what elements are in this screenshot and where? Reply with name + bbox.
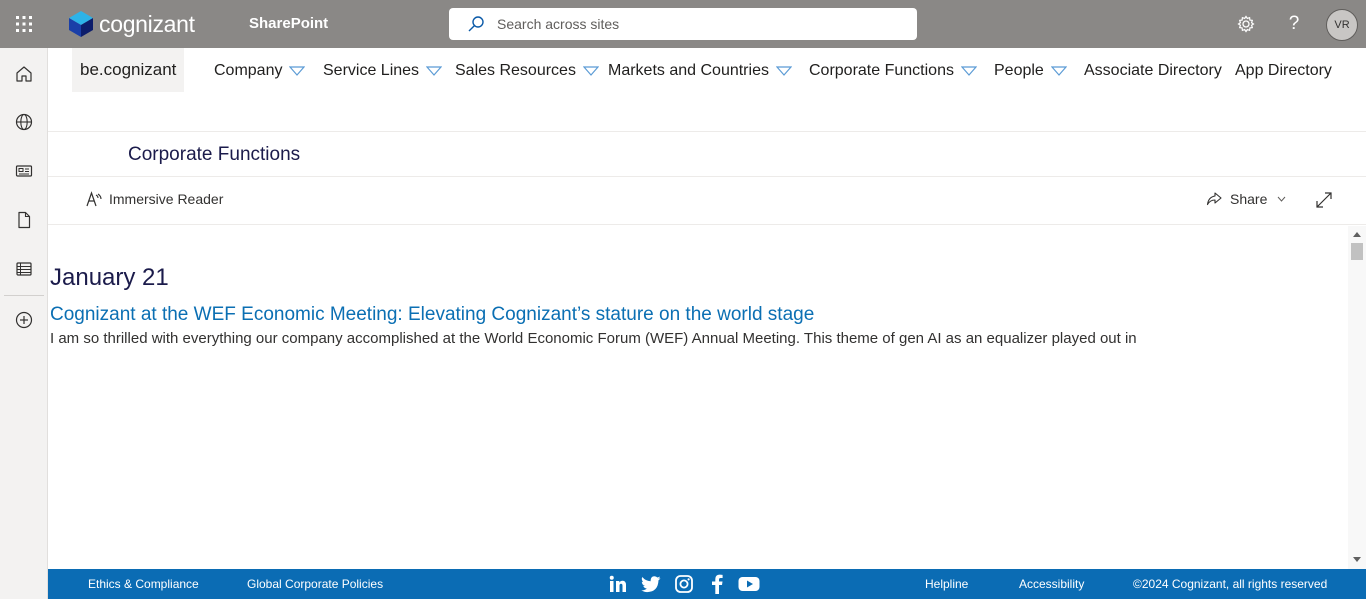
home-icon bbox=[16, 66, 32, 82]
youtube-link[interactable] bbox=[738, 573, 760, 595]
nav-item-sales-resources[interactable]: Sales Resources bbox=[455, 58, 599, 84]
command-bar: Immersive Reader Share bbox=[48, 177, 1366, 225]
news-button[interactable] bbox=[0, 147, 48, 195]
file-icon bbox=[18, 211, 31, 229]
sites-button[interactable] bbox=[0, 98, 48, 146]
instagram-icon bbox=[675, 575, 693, 593]
nav-item-associate-directory[interactable]: Associate Directory bbox=[1084, 58, 1222, 84]
app-name[interactable]: SharePoint bbox=[249, 15, 328, 32]
add-icon bbox=[15, 311, 33, 329]
nav-item-label: Associate Directory bbox=[1084, 62, 1222, 79]
create-button[interactable] bbox=[0, 296, 48, 344]
lists-button[interactable] bbox=[0, 245, 48, 293]
nav-item-label: People bbox=[994, 62, 1044, 79]
chevron-down-icon bbox=[289, 66, 306, 76]
nav-item-label: Service Lines bbox=[323, 62, 420, 79]
share-label: Share bbox=[1230, 191, 1268, 207]
nav-item-service-lines[interactable]: Service Lines bbox=[323, 58, 443, 84]
footer-link-accessibility[interactable]: Accessibility bbox=[1019, 577, 1084, 591]
waffle-icon bbox=[16, 16, 32, 32]
help-icon: ? bbox=[1288, 13, 1300, 34]
list-icon bbox=[16, 262, 32, 276]
linkedin-link[interactable] bbox=[607, 573, 629, 595]
twitter-link[interactable] bbox=[640, 573, 662, 595]
immersive-reader-button[interactable]: Immersive Reader bbox=[86, 191, 223, 207]
suite-bar: cognizant SharePoint ? VR bbox=[0, 0, 1366, 48]
help-button[interactable]: ? bbox=[1270, 0, 1318, 48]
nav-item-markets-and-countries[interactable]: Markets and Countries bbox=[608, 58, 792, 84]
news-icon bbox=[15, 165, 33, 177]
cognizant-logo-mark bbox=[69, 11, 93, 37]
chevron-down-icon bbox=[582, 66, 599, 76]
search-input[interactable] bbox=[497, 16, 897, 32]
files-button[interactable] bbox=[0, 196, 48, 244]
linkedin-icon bbox=[609, 575, 626, 592]
immersive-reader-icon bbox=[86, 191, 102, 207]
vertical-scrollbar[interactable] bbox=[1348, 226, 1366, 569]
chevron-down-icon bbox=[1050, 66, 1067, 76]
nav-item-company[interactable]: Company bbox=[214, 58, 306, 84]
settings-button[interactable] bbox=[1222, 0, 1270, 48]
chevron-down-icon bbox=[775, 66, 792, 76]
nav-item-app-directory[interactable]: App Directory bbox=[1235, 58, 1332, 84]
share-button[interactable]: Share bbox=[1206, 191, 1286, 207]
logo-wordmark: cognizant bbox=[99, 10, 195, 37]
scroll-thumb[interactable] bbox=[1351, 243, 1363, 260]
footer-link-helpline[interactable]: Helpline bbox=[925, 577, 968, 591]
youtube-icon bbox=[738, 577, 760, 591]
news-date: January 21 bbox=[50, 264, 169, 291]
hub-site-title[interactable]: be.cognizant bbox=[72, 48, 185, 92]
app-bar bbox=[0, 48, 48, 599]
gear-icon bbox=[1237, 15, 1255, 33]
share-icon bbox=[1206, 192, 1222, 206]
nav-item-label: Corporate Functions bbox=[809, 62, 954, 79]
page-title: Corporate Functions bbox=[128, 144, 301, 165]
avatar[interactable]: VR bbox=[1326, 9, 1358, 41]
home-button[interactable] bbox=[0, 50, 48, 98]
chevron-down-icon bbox=[1277, 196, 1286, 202]
nav-item-label: Sales Resources bbox=[455, 62, 576, 79]
footer-link-ethics[interactable]: Ethics & Compliance bbox=[88, 577, 199, 591]
nav-item-label: App Directory bbox=[1235, 62, 1332, 79]
search-box[interactable] bbox=[449, 8, 917, 40]
chevron-down-icon bbox=[426, 66, 443, 76]
nav-item-people[interactable]: People bbox=[994, 58, 1067, 84]
facebook-icon bbox=[712, 574, 723, 594]
news-body-text: I am so thrilled with everything our com… bbox=[50, 330, 1137, 347]
nav-item-label: Company bbox=[214, 62, 283, 79]
scroll-down-arrow[interactable] bbox=[1353, 557, 1361, 562]
facebook-link[interactable] bbox=[706, 573, 728, 595]
hub-navigation: be.cognizant Company Service Lines Sales… bbox=[48, 48, 1366, 132]
scroll-up-arrow[interactable] bbox=[1353, 232, 1361, 237]
immersive-reader-label: Immersive Reader bbox=[109, 191, 224, 207]
nav-item-corporate-functions[interactable]: Corporate Functions bbox=[809, 58, 977, 84]
twitter-icon bbox=[641, 575, 661, 592]
site-footer: Ethics & Compliance Global Corporate Pol… bbox=[48, 569, 1366, 599]
content-viewport bbox=[48, 226, 1348, 569]
footer-copyright: ©2024 Cognizant, all rights reserved bbox=[1133, 577, 1328, 591]
cognizant-logo[interactable]: cognizant bbox=[66, 9, 195, 39]
search-icon bbox=[468, 16, 484, 32]
nav-item-label: Markets and Countries bbox=[608, 62, 769, 79]
expand-icon[interactable] bbox=[1316, 192, 1332, 208]
globe-icon bbox=[15, 113, 33, 131]
chevron-down-icon bbox=[960, 66, 977, 76]
instagram-link[interactable] bbox=[673, 573, 695, 595]
news-headline-link[interactable]: Cognizant at the WEF Economic Meeting: E… bbox=[50, 304, 814, 326]
footer-link-policies[interactable]: Global Corporate Policies bbox=[247, 577, 383, 591]
app-launcher-button[interactable] bbox=[0, 0, 48, 48]
